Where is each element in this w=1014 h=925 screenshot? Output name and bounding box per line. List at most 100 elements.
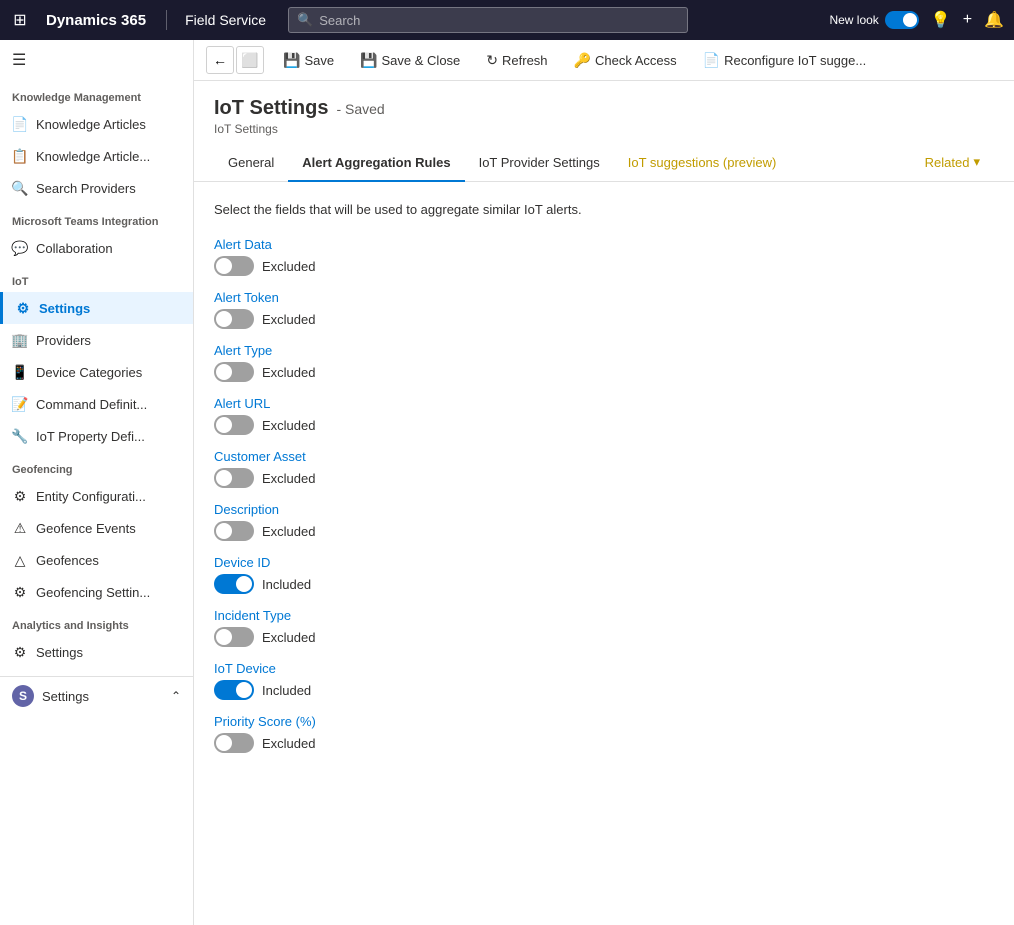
toggle-label-description: Excluded: [262, 524, 315, 539]
sidebar-item-bottom-settings[interactable]: S Settings ⌃: [0, 677, 193, 715]
sidebar-item-label: Search Providers: [36, 181, 136, 196]
toggle-label-alert-data: Excluded: [262, 259, 315, 274]
sidebar-item-label: Device Categories: [36, 365, 142, 380]
toggle-description[interactable]: [214, 521, 254, 541]
sidebar-item-analytics-settings[interactable]: ⚙ Settings: [0, 636, 193, 668]
section-label-knowledge: Knowledge Management: [0, 80, 193, 108]
search-icon: 🔍: [297, 12, 313, 28]
sidebar-item-knowledge-articles-2[interactable]: 📋 Knowledge Article...: [0, 140, 193, 172]
new-window-button[interactable]: ⬜: [236, 46, 264, 74]
toggle-label-incident-type: Excluded: [262, 630, 315, 645]
section-label-geofencing: Geofencing: [0, 452, 193, 480]
refresh-label: Refresh: [502, 53, 548, 68]
field-label-alert-url: Alert URL: [214, 396, 994, 411]
toggle-row-alert-url: Excluded: [214, 415, 994, 435]
sidebar-item-label: Providers: [36, 333, 91, 348]
avatar-icon: S: [12, 685, 34, 707]
toggle-row-alert-token: Excluded: [214, 309, 994, 329]
sidebar-item-label: IoT Property Defi...: [36, 429, 145, 444]
reconfigure-button[interactable]: 📄 Reconfigure IoT sugge...: [692, 47, 878, 74]
tab-related[interactable]: Related ▾: [911, 144, 994, 182]
field-label-alert-type: Alert Type: [214, 343, 994, 358]
bell-icon[interactable]: 🔔: [984, 10, 1004, 30]
geofencing-settings-icon: ⚙: [12, 584, 28, 600]
page-header: IoT Settings - Saved IoT Settings: [194, 81, 1014, 144]
sidebar-item-label: Geofence Events: [36, 521, 136, 536]
toggle-incident-type[interactable]: [214, 627, 254, 647]
toggle-row-description: Excluded: [214, 521, 994, 541]
sidebar-item-iot-property-defs[interactable]: 🔧 IoT Property Defi...: [0, 420, 193, 452]
field-label-description: Description: [214, 502, 994, 517]
top-navigation: ⊞ Dynamics 365 Field Service 🔍 New look …: [0, 0, 1014, 40]
sidebar-item-collaboration[interactable]: 💬 Collaboration: [0, 232, 193, 264]
saved-indicator: - Saved: [336, 101, 384, 117]
sidebar-item-command-definitions[interactable]: 📝 Command Definit...: [0, 388, 193, 420]
lightbulb-icon[interactable]: 💡: [931, 10, 951, 30]
search-providers-icon: 🔍: [12, 180, 28, 196]
sidebar-item-knowledge-articles[interactable]: 📄 Knowledge Articles: [0, 108, 193, 140]
field-label-alert-token: Alert Token: [214, 290, 994, 305]
field-row-iot-device: IoT DeviceIncluded: [214, 661, 994, 700]
toggle-customer-asset[interactable]: [214, 468, 254, 488]
save-icon: 💾: [283, 52, 300, 69]
section-label-teams: Microsoft Teams Integration: [0, 204, 193, 232]
toggle-iot-device[interactable]: [214, 680, 254, 700]
toggle-alert-data[interactable]: [214, 256, 254, 276]
check-access-label: Check Access: [595, 53, 677, 68]
sidebar-item-search-providers[interactable]: 🔍 Search Providers: [0, 172, 193, 204]
save-close-button[interactable]: 💾 Save & Close: [349, 47, 471, 74]
sidebar-item-geofencing-settings[interactable]: ⚙ Geofencing Settin...: [0, 576, 193, 608]
sidebar-item-geofences[interactable]: △ Geofences: [0, 544, 193, 576]
field-label-device-id: Device ID: [214, 555, 994, 570]
reconfigure-label: Reconfigure IoT sugge...: [724, 53, 866, 68]
toggle-priority-score[interactable]: [214, 733, 254, 753]
save-close-icon: 💾: [360, 52, 377, 69]
new-look-switch[interactable]: [885, 11, 919, 29]
toggle-alert-token[interactable]: [214, 309, 254, 329]
section-label-iot: IoT: [0, 264, 193, 292]
device-categories-icon: 📱: [12, 364, 28, 380]
app-grid-button[interactable]: ⊞: [10, 10, 30, 30]
hamburger-button[interactable]: ☰: [0, 40, 193, 80]
tab-alert-aggregation-rules[interactable]: Alert Aggregation Rules: [288, 145, 464, 182]
command-definitions-icon: 📝: [12, 396, 28, 412]
check-access-icon: 🔑: [574, 52, 591, 69]
toggle-row-incident-type: Excluded: [214, 627, 994, 647]
description-text: Select the fields that will be used to a…: [214, 202, 994, 217]
refresh-button[interactable]: ↻ Refresh: [475, 47, 558, 74]
fields-container: Alert DataExcludedAlert TokenExcludedAle…: [214, 237, 994, 753]
toggle-row-device-id: Included: [214, 574, 994, 594]
field-label-alert-data: Alert Data: [214, 237, 994, 252]
tab-iot-suggestions[interactable]: IoT suggestions (preview): [614, 145, 791, 182]
toggle-row-priority-score: Excluded: [214, 733, 994, 753]
plus-icon[interactable]: +: [963, 11, 972, 29]
global-search[interactable]: 🔍: [288, 7, 688, 33]
back-button[interactable]: ←: [206, 46, 234, 74]
sidebar-item-entity-configuration[interactable]: ⚙ Entity Configurati...: [0, 480, 193, 512]
toggle-device-id[interactable]: [214, 574, 254, 594]
field-label-customer-asset: Customer Asset: [214, 449, 994, 464]
field-row-priority-score: Priority Score (%) Excluded: [214, 714, 994, 753]
search-input[interactable]: [319, 13, 679, 28]
tab-iot-provider-settings[interactable]: IoT Provider Settings: [465, 145, 614, 182]
sidebar-item-providers[interactable]: 🏢 Providers: [0, 324, 193, 356]
field-row-alert-token: Alert Token Excluded: [214, 290, 994, 329]
toolbar-nav-group: ← ⬜: [206, 46, 264, 74]
field-row-alert-data: Alert Data Excluded: [214, 237, 994, 276]
toggle-alert-type[interactable]: [214, 362, 254, 382]
sidebar-item-geofence-events[interactable]: ⚠ Geofence Events: [0, 512, 193, 544]
field-row-alert-url: Alert URL Excluded: [214, 396, 994, 435]
tab-general[interactable]: General: [214, 145, 288, 182]
tab-bar: General Alert Aggregation Rules IoT Prov…: [194, 144, 1014, 182]
toggle-alert-url[interactable]: [214, 415, 254, 435]
field-label-priority-score: Priority Score (%): [214, 714, 994, 729]
check-access-button[interactable]: 🔑 Check Access: [563, 47, 688, 74]
save-button[interactable]: 💾 Save: [272, 47, 345, 74]
sidebar-section-iot: IoT ⚙ Settings 🏢 Providers 📱 Device Cate…: [0, 264, 193, 452]
sidebar-section-knowledge: Knowledge Management 📄 Knowledge Article…: [0, 80, 193, 204]
knowledge-articles-2-icon: 📋: [12, 148, 28, 164]
toggle-label-device-id: Included: [262, 577, 311, 592]
analytics-settings-icon: ⚙: [12, 644, 28, 660]
sidebar-item-device-categories[interactable]: 📱 Device Categories: [0, 356, 193, 388]
sidebar-item-iot-settings[interactable]: ⚙ Settings: [0, 292, 193, 324]
